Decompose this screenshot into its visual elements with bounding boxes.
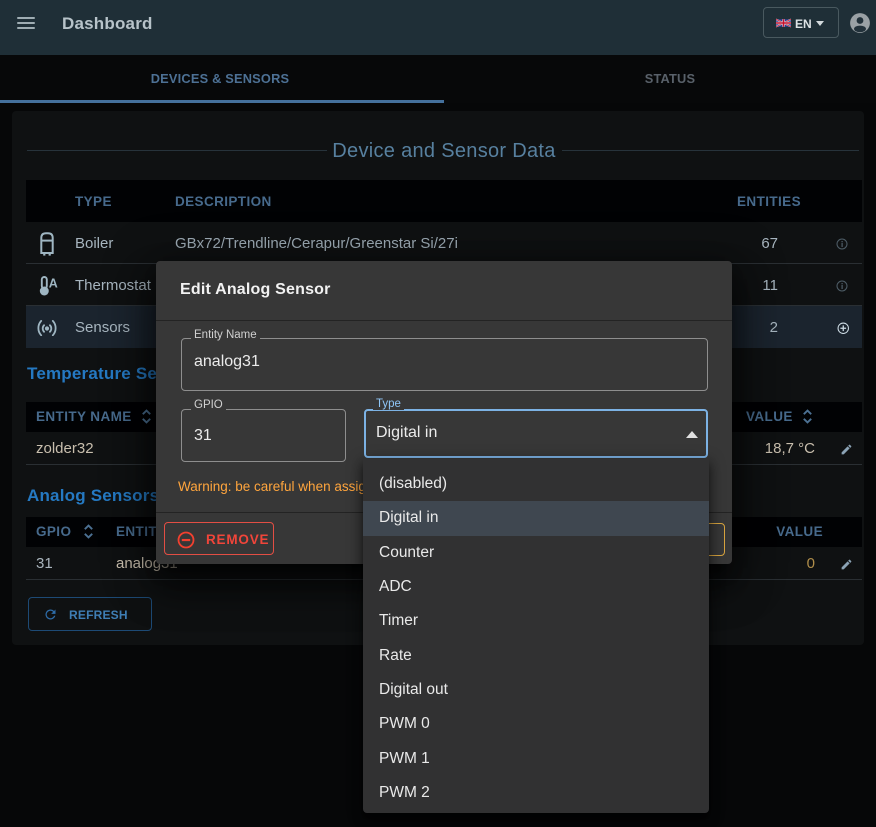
svg-text:A: A xyxy=(48,276,57,290)
